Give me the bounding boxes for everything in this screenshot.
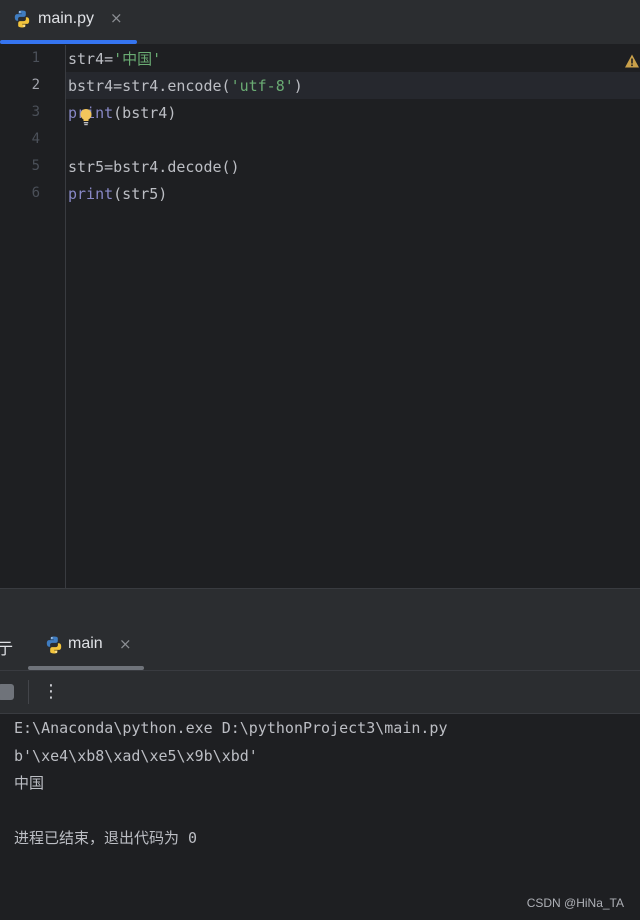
console-line: 中国: [14, 774, 45, 792]
console-output[interactable]: E:\Anaconda\python.exe D:\pythonProject3…: [0, 714, 640, 920]
line-number: 6: [31, 185, 40, 201]
run-tab-main[interactable]: main: [68, 635, 103, 653]
active-run-tab-indicator: [28, 666, 144, 670]
run-toolbar: ⋮: [0, 671, 640, 714]
console-line: 进程已结束，退出代码为 0: [14, 829, 198, 847]
warning-icon[interactable]: [624, 53, 640, 69]
code-line[interactable]: str5=bstr4.decode(): [68, 154, 240, 181]
python-icon: [46, 636, 62, 654]
console-line: E:\Anaconda\python.exe D:\pythonProject3…: [14, 719, 448, 737]
editor-tab-bar: main.py ×: [0, 0, 640, 45]
line-number: 2: [31, 77, 40, 93]
tab-main-py[interactable]: main.py ×: [0, 0, 137, 44]
code-line[interactable]: str4='中国': [68, 46, 161, 73]
line-number: 1: [31, 50, 40, 66]
tab-label: main.py: [38, 10, 95, 27]
line-number-gutter: 1 2 3 4 5 6: [0, 45, 66, 588]
code-line[interactable]: bstr4=str4.encode('utf-8'): [68, 73, 303, 100]
stop-icon[interactable]: [0, 684, 14, 700]
line-number: 3: [31, 104, 40, 120]
lightbulb-icon[interactable]: [79, 108, 93, 126]
code-line[interactable]: print(str5): [68, 181, 167, 208]
console-line: b'\xe4\xb8\xad\xe5\x9b\xbd': [14, 747, 258, 765]
panel-splitter[interactable]: [0, 588, 640, 621]
line-number: 5: [31, 158, 40, 174]
close-icon[interactable]: ×: [110, 9, 123, 27]
tool-window-title: 亍: [0, 639, 14, 658]
run-tool-window-header: 亍 main ×: [0, 620, 640, 671]
more-options-icon[interactable]: ⋮: [42, 679, 60, 705]
line-number: 4: [31, 131, 40, 147]
close-icon[interactable]: ×: [119, 635, 132, 653]
active-tab-indicator: [0, 40, 137, 44]
code-editor[interactable]: 1 2 3 4 5 6 str4='中国' bstr4=str4.encode(…: [0, 45, 640, 588]
watermark: CSDN @HiNa_TA: [526, 896, 624, 910]
python-icon: [14, 10, 30, 28]
toolbar-divider: [28, 680, 29, 704]
